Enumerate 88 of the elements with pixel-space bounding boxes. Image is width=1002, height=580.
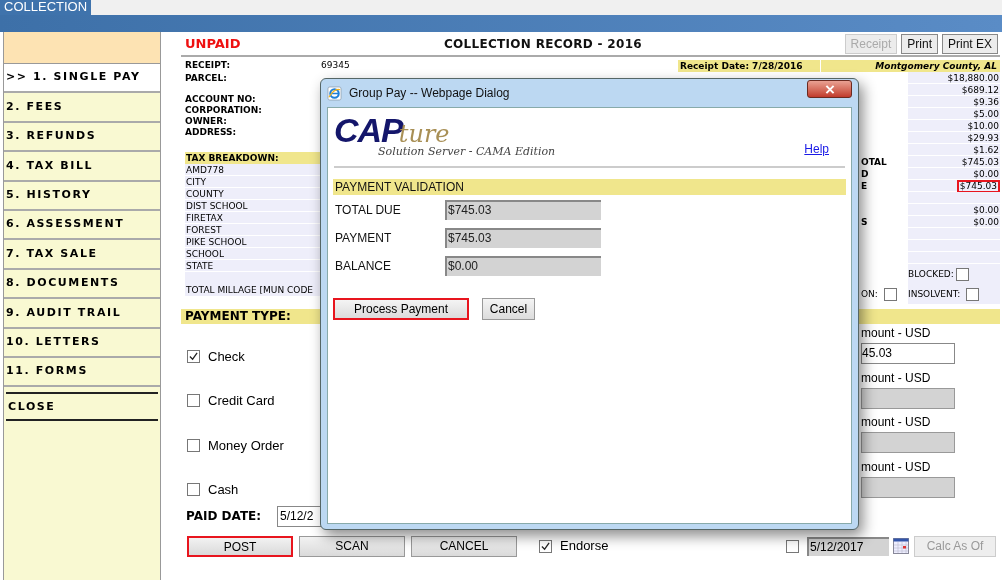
browser-icon xyxy=(327,85,342,101)
toolbar-button[interactable]: Print xyxy=(901,33,938,54)
readonly-field: $745.03 xyxy=(445,200,601,220)
amount-label: mount - USD xyxy=(861,460,932,474)
tax-item: PIKE SCHOOL xyxy=(185,236,321,248)
paid-date-label: PAID DATE: xyxy=(185,508,263,525)
payment-method-label: Cash xyxy=(208,483,239,496)
amount-field[interactable]: 45.03 xyxy=(861,343,955,364)
flag-label: INSOLVENT: xyxy=(908,288,961,300)
tax-item: FIRETAX xyxy=(185,212,321,224)
receipt-number: 69345 xyxy=(321,58,351,72)
amount-label: mount - USD xyxy=(861,371,932,385)
close-link[interactable]: CLOSE xyxy=(6,392,158,422)
amount-value: $689.12 xyxy=(960,84,1000,95)
checkbox[interactable] xyxy=(187,394,200,407)
amount-label: mount - USD xyxy=(861,416,932,429)
sidebar-item[interactable]: >> 1. SINGLE PAY xyxy=(4,64,160,94)
checkmark-icon xyxy=(189,351,198,361)
total-millage: TOTAL MILLAGE [MUN CODE xyxy=(185,284,321,296)
checkbox[interactable] xyxy=(955,267,969,281)
action-button[interactable]: CANCEL xyxy=(411,535,517,557)
readonly-field: $0.00 xyxy=(445,256,601,276)
checkbox[interactable] xyxy=(539,539,552,553)
dialog-title: Group Pay -- Webpage Dialog xyxy=(349,85,510,102)
amount-label: S xyxy=(861,217,868,227)
action-button[interactable]: SCAN xyxy=(299,535,405,557)
checkbox[interactable] xyxy=(187,438,200,452)
field-label: ADDRESS: xyxy=(185,127,238,138)
tax-item: CITY xyxy=(185,176,321,188)
receipt-label: RECEIPT: xyxy=(184,58,232,72)
field-label: ACCOUNT NO: xyxy=(185,94,257,105)
payment-method-label: Credit Card xyxy=(208,394,275,407)
amount-value: $745.03 xyxy=(960,156,1000,167)
checkmark-icon xyxy=(541,541,550,551)
amount-value: $10.00 xyxy=(966,120,1000,131)
checkbox[interactable] xyxy=(883,287,897,301)
tax-item: STATE xyxy=(185,260,321,272)
amount-field[interactable] xyxy=(861,476,955,498)
amount-value: $9.36 xyxy=(972,96,1000,107)
checkbox[interactable] xyxy=(187,349,200,363)
tax-item: FOREST xyxy=(185,224,321,236)
field-label: TOTAL DUE xyxy=(334,202,402,219)
close-icon xyxy=(824,84,835,94)
county-name: Montgomery County, AL xyxy=(821,59,1000,72)
field-label: OWNER: xyxy=(185,116,228,127)
amount-value: $29.93 xyxy=(966,132,1000,143)
amount-value: $0.00 xyxy=(972,168,1000,179)
close-button[interactable] xyxy=(807,80,852,98)
amount-label: mount - USD xyxy=(861,327,932,340)
tax-item: AMD778 xyxy=(185,164,321,176)
field-label: PARCEL: xyxy=(185,72,228,84)
readonly-field: $745.03 xyxy=(445,228,601,248)
logo-tagline: Solution Server - CAMA Edition xyxy=(378,146,556,158)
amount-value: $0.00 xyxy=(972,204,1000,215)
amount-label: OTAL xyxy=(861,157,887,167)
payment-method-label: Check xyxy=(208,349,245,363)
status-label: UNPAID xyxy=(184,34,242,53)
field-label: BALANCE xyxy=(334,258,393,275)
section-header: PAYMENT VALIDATION xyxy=(333,179,846,195)
amount-label: E xyxy=(861,181,868,191)
field-label: CORPORATION: xyxy=(185,105,263,116)
amount-field[interactable] xyxy=(861,387,955,409)
help-link[interactable]: Help xyxy=(804,140,829,158)
checkbox[interactable] xyxy=(187,483,200,496)
checkbox[interactable] xyxy=(966,287,980,301)
endorse-label: Endorse xyxy=(560,537,609,556)
payment-method-label: Money Order xyxy=(208,438,284,452)
amount-label: D xyxy=(861,169,869,179)
dialog-button[interactable]: Cancel xyxy=(482,298,535,320)
receipt-date: Receipt Date: 7/28/2016 xyxy=(678,59,820,72)
calendar-icon[interactable] xyxy=(893,538,909,554)
toolbar-button[interactable]: Print EX xyxy=(942,33,998,54)
flag-label: ON: xyxy=(861,288,878,300)
amount-value: $5.00 xyxy=(972,108,1000,119)
amount-field[interactable] xyxy=(861,432,955,453)
tax-item: SCHOOL xyxy=(185,248,321,260)
dialog-button[interactable]: Process Payment xyxy=(333,298,469,320)
amount-value: $0.00 xyxy=(972,216,1000,227)
app-tab[interactable]: COLLECTION xyxy=(0,0,92,15)
amount-value: $1.62 xyxy=(972,144,1000,155)
field-label: PAYMENT xyxy=(334,230,393,247)
tax-item: COUNTY xyxy=(185,188,321,200)
section-header: TAX BREAKDOWN: xyxy=(185,152,321,164)
action-button[interactable]: POST xyxy=(187,535,293,557)
tax-item: DIST SCHOOL xyxy=(185,200,321,212)
page-title: COLLECTION RECORD - 2016 xyxy=(444,35,642,53)
flag-label: BLOCKED: xyxy=(908,268,954,280)
amount-value: $18,880.00 xyxy=(946,72,1000,83)
